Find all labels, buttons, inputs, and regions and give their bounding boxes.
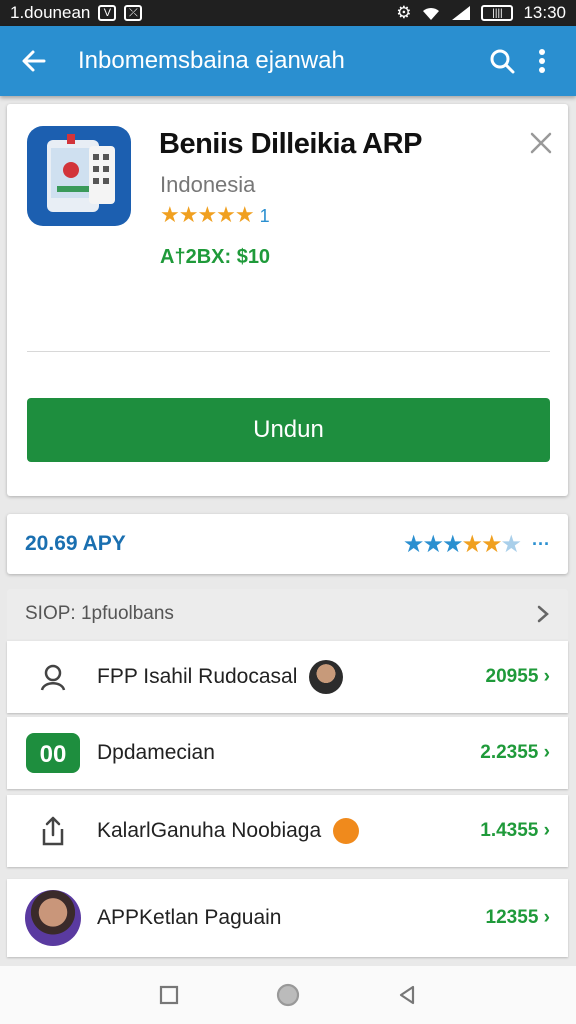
system-nav-bar (0, 966, 576, 1024)
divider (27, 351, 550, 352)
avatar (309, 660, 344, 694)
app-country: Indonesia (160, 172, 256, 197)
list-item-price: 12355 › (485, 907, 550, 928)
person-icon (25, 649, 81, 705)
svg-text:00: 00 (40, 741, 67, 768)
image-notification-icon: ⤫ (124, 5, 143, 21)
list-item-price: 2.2355 › (480, 742, 550, 763)
app-rating: ★★★★★ 1 (160, 202, 270, 228)
close-icon (530, 132, 552, 154)
list-item[interactable]: KalarlGanuha Noobiaga 1.4355 › (7, 795, 568, 867)
app-icon (27, 126, 131, 226)
list-item[interactable]: APPKetlan Paguain 12355 › (7, 879, 568, 957)
share-icon (25, 803, 81, 859)
list-header[interactable]: SIOP: 1pfuolbans (7, 589, 568, 639)
notification-icon: V (98, 5, 117, 21)
app-bar: Inbomemsbaina ejanwah (0, 26, 576, 96)
back-arrow-icon (22, 50, 46, 72)
recents-icon[interactable] (158, 984, 180, 1006)
rating-summary-card[interactable]: 20.69 APY ★★★★★★ ··· (7, 514, 568, 574)
rating-stars: ★★★★★ (160, 202, 255, 227)
app-bar-title: Inbomemsbaina ejanwah (78, 47, 345, 74)
more-vert-icon (539, 49, 545, 73)
rating-summary-label: 20.69 APY (25, 532, 126, 555)
list-item-price: 20955 › (485, 666, 550, 687)
avatar (25, 890, 81, 946)
badge-icon (333, 818, 360, 844)
alarm-icon: ⚙ (396, 3, 412, 22)
rating-count: 1 (259, 206, 270, 226)
list-item-price: 1.4355 › (480, 820, 550, 841)
back-icon[interactable] (396, 984, 418, 1006)
list-header-label: SIOP: 1pfuolbans (25, 603, 174, 624)
signal-icon (452, 6, 471, 20)
battery-icon: |||| (481, 5, 514, 21)
status-time: 13:30 (523, 3, 566, 22)
app-logo-icon: 00 (25, 725, 81, 781)
home-icon[interactable] (275, 982, 301, 1008)
app-detail-card: Beniis Dilleikia ARP Indonesia ★★★★★ 1 A†… (7, 104, 568, 496)
list-item[interactable]: 00 Dpdamecian 2.2355 › (7, 717, 568, 789)
list-item-label: KalarlGanuha Noobiaga (97, 819, 322, 842)
close-button[interactable] (528, 130, 554, 156)
install-button[interactable]: Undun (27, 398, 550, 462)
back-button[interactable] (14, 41, 54, 81)
list-item-label: Dpdamecian (97, 741, 215, 764)
search-button[interactable] (482, 41, 522, 81)
related-list: SIOP: 1pfuolbans FPP Isahil Rudocasal 20… (7, 589, 568, 969)
list-item-label: APPKetlan Paguain (97, 906, 282, 929)
rating-summary-stars: ★★★★★★ (402, 530, 522, 558)
overflow-menu-button[interactable] (522, 41, 562, 81)
status-bar: 1.dounean V ⤫ ⚙ |||| 13:30 (0, 0, 576, 26)
list-item[interactable]: FPP Isahil Rudocasal 20955 › (7, 641, 568, 713)
status-left-text: 1.dounean (10, 3, 91, 22)
search-icon (490, 49, 515, 74)
list-item-label: FPP Isahil Rudocasal (97, 665, 298, 688)
wifi-icon (423, 7, 440, 21)
chevron-right-icon (537, 605, 549, 623)
app-name: Beniis Dilleikia ARP (159, 128, 422, 160)
rating-more-icon[interactable]: ··· (532, 534, 550, 555)
app-price: A†2BX: $10 (160, 246, 271, 268)
